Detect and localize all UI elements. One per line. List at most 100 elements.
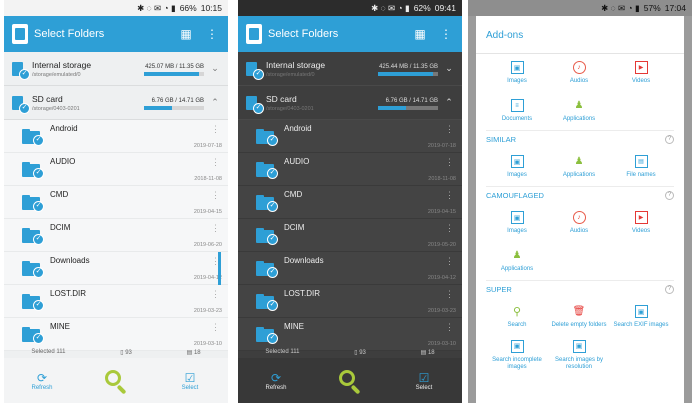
addon-images[interactable]: ▣ Images xyxy=(486,204,548,242)
select-button[interactable]: ☑ Select xyxy=(170,371,210,391)
addon-search-images-by-resolution[interactable]: ▣ Search images by resolution xyxy=(548,336,610,374)
folder-row[interactable]: ✓ AUDIO ⋮ 2018-11-08 xyxy=(4,153,228,186)
search-scan-button[interactable] xyxy=(103,368,129,394)
chevron-down-icon[interactable]: ⌄ xyxy=(208,63,222,74)
android-icon: ♟ xyxy=(574,100,584,111)
addon-documents[interactable]: ≡ Documents xyxy=(486,92,548,130)
chevron-down-icon[interactable]: ⌄ xyxy=(442,63,456,74)
refresh-button[interactable]: ⟳ Refresh xyxy=(256,371,296,391)
folder-date: 2018-11-08 xyxy=(428,176,456,182)
more-options-icon[interactable]: ⋮ xyxy=(211,223,220,234)
image-stack-icon: ▤ xyxy=(186,349,194,356)
folder-row[interactable]: ✓ Android ⋮ 2019-07-18 xyxy=(4,120,228,153)
storage-row[interactable]: ✓ SD card 6.76 GB / 14.71 GB/storage/0403-… xyxy=(238,86,462,120)
more-options-icon[interactable]: ⋮ xyxy=(211,190,220,201)
section-grid: ▣ Images ♪ Audios ▶ Videos ♟ Applications xyxy=(486,204,674,280)
grid-view-icon[interactable]: ▦ xyxy=(412,27,428,41)
app-icon xyxy=(246,24,262,44)
storage-icon: ✓ xyxy=(244,94,264,114)
addon-label: Search xyxy=(507,322,527,328)
addon-search-incomplete-images[interactable]: ▣ Search incomplete images xyxy=(486,336,548,374)
folder-name: MINE xyxy=(50,322,70,331)
folder-date: 2019-05-20 xyxy=(427,242,456,248)
addon-label: Audios xyxy=(569,228,589,234)
storage-usage-fill xyxy=(378,105,406,110)
selected-count: Selected 111 xyxy=(31,349,66,355)
folder-row[interactable]: ✓ AUDIO ⋮ 2018-11-08 xyxy=(238,153,462,186)
addon-search-exif-images[interactable]: ▣ Search EXIF images xyxy=(610,298,672,336)
help-icon[interactable]: ? xyxy=(665,135,674,144)
exif-icon: ▣ xyxy=(634,305,648,318)
addon-videos[interactable]: ▶ Videos xyxy=(610,54,672,92)
help-icon[interactable]: ? xyxy=(665,285,674,294)
addon-images[interactable]: ▣ Images xyxy=(486,148,548,186)
folder-row[interactable]: ✓ LOST.DIR ⋮ 2019-03-23 xyxy=(238,285,462,318)
check-icon: ✓ xyxy=(33,267,44,278)
addon-applications[interactable]: ♟ Applications xyxy=(486,242,548,280)
addon-label: Videos xyxy=(631,78,651,84)
storage-icon: ✓ xyxy=(244,60,264,80)
folder-row[interactable]: ✓ Android ⋮ 2019-07-18 xyxy=(238,120,462,153)
addon-delete-empty-folders[interactable]: 🗑 Delete empty folders xyxy=(548,298,610,336)
more-options-icon[interactable]: ⋮ xyxy=(211,322,220,333)
android-icon: ♟ xyxy=(574,156,584,167)
check-icon: ✓ xyxy=(33,201,44,212)
addon-file-names[interactable]: ▤ File names xyxy=(610,148,672,186)
more-options-icon[interactable]: ⋮ xyxy=(204,27,220,41)
more-options-icon[interactable]: ⋮ xyxy=(445,157,454,168)
help-icon[interactable]: ? xyxy=(665,191,674,200)
addon-images[interactable]: ▣ Images xyxy=(486,54,548,92)
folder-icon: ✓ xyxy=(22,260,44,278)
status-bar: ✱ ◌ ✉ ◔ ▮ 62% 09:41 xyxy=(238,0,462,16)
addon-applications[interactable]: ♟ Applications xyxy=(548,148,610,186)
more-options-icon[interactable]: ⋮ xyxy=(445,256,454,267)
folder-name: Android xyxy=(50,124,78,133)
more-options-icon[interactable]: ⋮ xyxy=(211,124,220,135)
folder-row[interactable]: ✓ Downloads ⋮ 2019-04-12 xyxy=(238,252,462,285)
chevron-up-icon[interactable]: ⌃ xyxy=(442,97,456,108)
storage-row[interactable]: ✓ Internal storage 425.07 MB / 11.35 GB/st… xyxy=(4,52,228,86)
chevron-up-icon[interactable]: ⌃ xyxy=(208,97,222,108)
more-options-icon[interactable]: ⋮ xyxy=(445,190,454,201)
storage-icon: ✓ xyxy=(10,60,30,80)
app-icon xyxy=(12,24,28,44)
refresh-icon: ⟳ xyxy=(36,370,48,385)
addon-videos[interactable]: ▶ Videos xyxy=(610,204,672,242)
folder-row[interactable]: ✓ DCIM ⋮ 2019-05-20 xyxy=(238,219,462,252)
more-options-icon[interactable]: ⋮ xyxy=(211,157,220,168)
more-options-icon[interactable]: ⋮ xyxy=(445,124,454,135)
folder-icon: ✓ xyxy=(256,194,278,212)
addons-dialog: Add-ons ▣ Images ♪ Audios ▶ Videos ≡ Documents ♟… xyxy=(476,16,684,403)
more-options-icon[interactable]: ⋮ xyxy=(445,322,454,333)
folder-date: 2019-03-23 xyxy=(427,308,456,314)
more-options-icon[interactable]: ⋮ xyxy=(211,289,220,300)
storage-size: 425.44 MB / 11.35 GB xyxy=(379,63,438,70)
more-options-icon[interactable]: ⋮ xyxy=(445,289,454,300)
folder-row[interactable]: ✓ CMD ⋮ 2019-04-15 xyxy=(238,186,462,219)
folder-date: 2019-03-23 xyxy=(193,308,222,314)
refresh-button[interactable]: ⟳ Refresh xyxy=(22,371,62,391)
storage-usage-fill xyxy=(144,71,200,76)
grid-view-icon[interactable]: ▦ xyxy=(178,27,194,41)
folder-row[interactable]: ✓ DCIM ⋮ 2019-06-20 xyxy=(4,219,228,252)
folder-row[interactable]: ✓ CMD ⋮ 2019-04-15 xyxy=(4,186,228,219)
folder-icon: ✓ xyxy=(22,227,44,245)
addon-applications[interactable]: ♟ Applications xyxy=(548,92,610,130)
check-icon: ✓ xyxy=(267,168,278,179)
storage-row[interactable]: ✓ SD card 6.76 GB / 14.71 GB/storage/0403-… xyxy=(4,86,228,120)
folder-row[interactable]: ✓ LOST.DIR ⋮ 2019-03-23 xyxy=(4,285,228,318)
search-scan-button[interactable] xyxy=(337,368,363,394)
addon-label: Search incomplete images xyxy=(492,356,542,370)
storage-row[interactable]: ✓ Internal storage 425.44 MB / 11.35 GB/st… xyxy=(238,52,462,86)
addon-search[interactable]: ⚲ Search xyxy=(486,298,548,336)
more-options-icon[interactable]: ⋮ xyxy=(445,223,454,234)
addon-audios[interactable]: ♪ Audios xyxy=(548,204,610,242)
more-options-icon[interactable]: ⋮ xyxy=(438,27,454,41)
select-button[interactable]: ☑ Select xyxy=(404,371,444,391)
check-icon: ✓ xyxy=(253,68,264,80)
addons-section-super: SUPER? ⚲ Search 🗑 Delete empty folders ▣ Searc… xyxy=(476,280,684,374)
document-icon: ≡ xyxy=(510,99,524,112)
folder-row[interactable]: ✓ Downloads ⋮ 2019-04-12 xyxy=(4,252,228,285)
images-count: ▤ 18 xyxy=(186,349,201,356)
addon-audios[interactable]: ♪ Audios xyxy=(548,54,610,92)
